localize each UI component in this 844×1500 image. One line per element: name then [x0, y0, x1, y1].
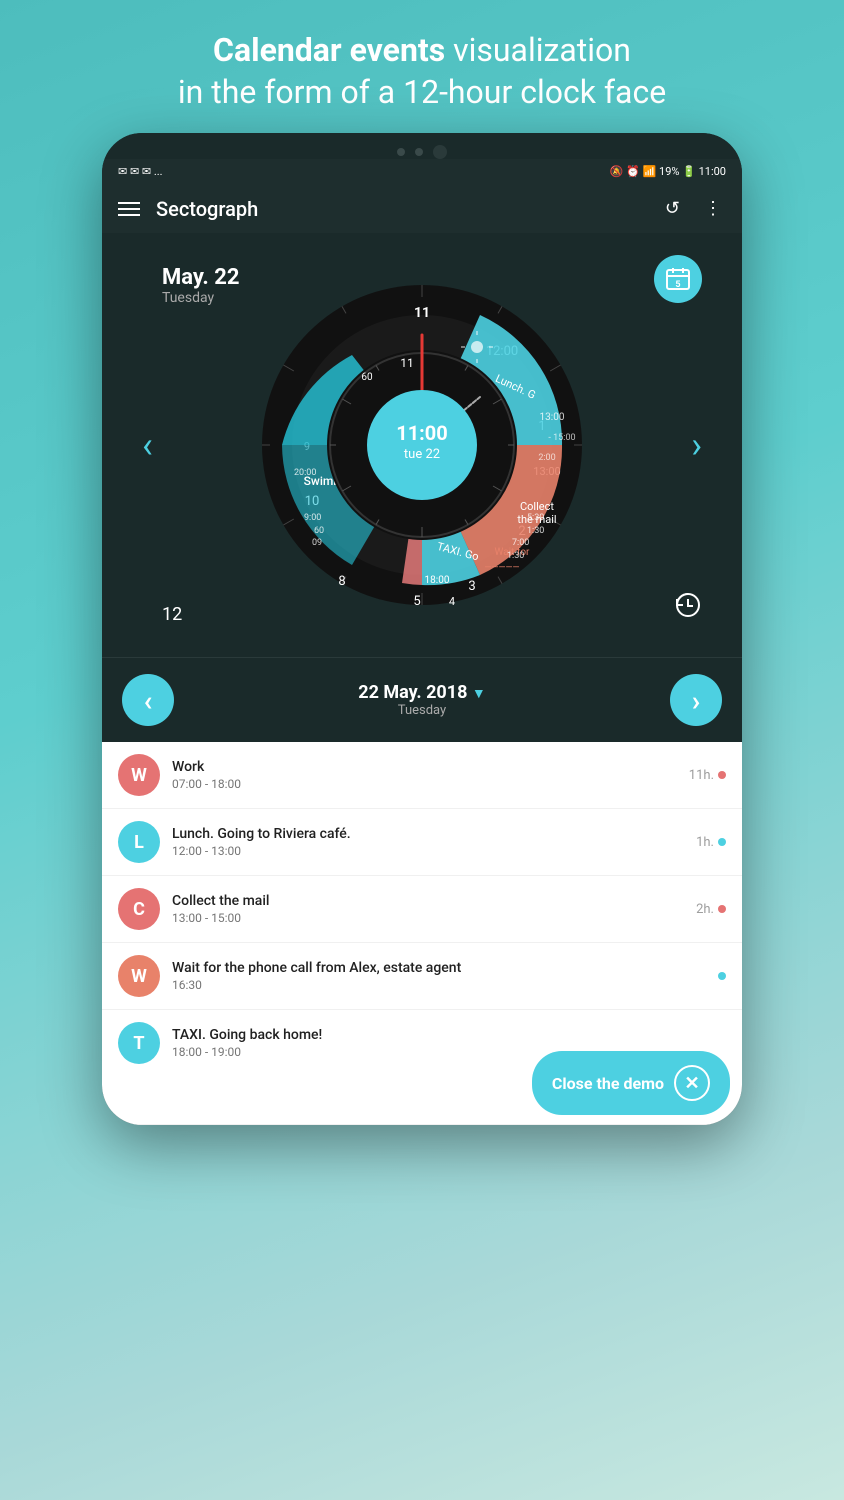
- next-day-button[interactable]: ›: [670, 674, 722, 726]
- event-title: Lunch. Going to Riviera café.: [172, 826, 684, 842]
- event-title: Wait for the phone call from Alex, estat…: [172, 960, 706, 976]
- event-avatar: W: [118, 955, 160, 997]
- event-time: 07:00 - 18:00: [172, 777, 677, 791]
- svg-text:18:00: 18:00: [425, 575, 450, 586]
- phone-dot-2: [415, 148, 423, 156]
- svg-text:3: 3: [468, 579, 475, 594]
- bottom-nav: ‹ 22 May. 2018 ▼ Tuesday ›: [102, 657, 742, 742]
- app-bar: Sectograph ↺ ⋮: [102, 184, 742, 233]
- close-demo-button[interactable]: Close the demo ✕: [532, 1051, 730, 1115]
- event-info: Lunch. Going to Riviera café. 12:00 - 13…: [172, 826, 684, 858]
- svg-text:tue 22: tue 22: [404, 447, 440, 462]
- refresh-button[interactable]: ↺: [661, 194, 684, 223]
- event-avatar: L: [118, 821, 160, 863]
- date-side-label: May. 22 Tuesday: [162, 265, 239, 306]
- svg-text:- 15:00: - 15:00: [548, 433, 575, 443]
- phone-top-bar: [102, 133, 742, 159]
- hamburger-menu-button[interactable]: [118, 202, 140, 216]
- event-avatar: W: [118, 754, 160, 796]
- date-weekday: Tuesday: [162, 290, 239, 306]
- svg-text:20:00: 20:00: [294, 468, 316, 478]
- status-bar: ✉ ✉ ✉ ... 🔕 ⏰ 📶 19% 🔋 11:00: [102, 159, 742, 184]
- svg-text:2:00: 2:00: [538, 453, 555, 463]
- svg-text:—————: —————: [484, 563, 519, 573]
- event-item[interactable]: C Collect the mail 13:00 - 15:00 2h.: [102, 876, 742, 943]
- svg-text:11: 11: [414, 305, 430, 321]
- history-button[interactable]: [674, 591, 702, 625]
- app-title: Sectograph: [156, 197, 645, 221]
- current-weekday: Tuesday: [358, 703, 486, 718]
- event-color-dot: [718, 905, 726, 913]
- phone-dot-1: [397, 148, 405, 156]
- svg-text:5: 5: [413, 594, 420, 609]
- current-date: 22 May. 2018 ▼: [358, 682, 486, 703]
- svg-text:1:30: 1:30: [507, 551, 524, 561]
- page-header: Calendar events visualization in the for…: [138, 0, 706, 133]
- event-duration: 2h.: [696, 902, 726, 917]
- clock-face: 11 12:00 1 13:00 2 3 4 5 8 10 9: [252, 275, 592, 615]
- svg-text:1:30: 1:30: [527, 526, 544, 536]
- prev-day-button[interactable]: ‹: [122, 674, 174, 726]
- svg-text:7:00: 7:00: [512, 538, 529, 548]
- status-left: ✉ ✉ ✉ ...: [118, 165, 163, 178]
- prev-day-arrow[interactable]: ‹: [142, 424, 153, 466]
- header-rest: visualization: [445, 31, 631, 69]
- event-title: Work: [172, 759, 677, 775]
- more-options-button[interactable]: ⋮: [700, 194, 726, 223]
- date-dropdown-icon[interactable]: ▼: [472, 686, 486, 702]
- event-info: Wait for the phone call from Alex, estat…: [172, 960, 706, 992]
- event-item[interactable]: W Wait for the phone call from Alex, est…: [102, 943, 742, 1010]
- calendar-button[interactable]: 5: [654, 255, 702, 303]
- header-line2: in the form of a 12-hour clock face: [178, 73, 666, 111]
- svg-text:11:00: 11:00: [396, 421, 448, 445]
- phone-camera: [433, 145, 447, 159]
- phone-frame: ✉ ✉ ✉ ... 🔕 ⏰ 📶 19% 🔋 11:00 Sectograph ↺…: [102, 133, 742, 1125]
- date-center: 22 May. 2018 ▼ Tuesday: [358, 682, 486, 718]
- clock-container: May. 22 Tuesday 12 ‹: [132, 245, 712, 645]
- event-time: 12:00 - 13:00: [172, 844, 684, 858]
- calendar-area: May. 22 Tuesday 12 ‹: [102, 233, 742, 657]
- status-icons: 🔕 ⏰ 📶 19% 🔋 11:00: [610, 165, 726, 178]
- next-day-arrow[interactable]: ›: [691, 424, 702, 466]
- svg-text:11: 11: [400, 356, 414, 370]
- event-title: Collect the mail: [172, 893, 684, 909]
- phone-screen: ✉ ✉ ✉ ... 🔕 ⏰ 📶 19% 🔋 11:00 Sectograph ↺…: [102, 159, 742, 1125]
- svg-text:4: 4: [449, 595, 455, 608]
- event-time: 13:00 - 15:00: [172, 911, 684, 925]
- close-demo-area: Close the demo ✕: [102, 1041, 742, 1125]
- event-item[interactable]: W Work 07:00 - 18:00 11h.: [102, 742, 742, 809]
- svg-text:09: 09: [312, 538, 322, 548]
- status-right: 🔕 ⏰ 📶 19% 🔋 11:00: [610, 165, 726, 178]
- clock-number-12: 12: [162, 604, 182, 625]
- svg-text:60: 60: [314, 526, 324, 536]
- close-x-icon[interactable]: ✕: [674, 1065, 710, 1101]
- event-color-dot: [718, 771, 726, 779]
- event-color-dot: [718, 972, 726, 980]
- svg-text:9:00: 9:00: [304, 513, 321, 523]
- event-avatar: C: [118, 888, 160, 930]
- event-info: Work 07:00 - 18:00: [172, 759, 677, 791]
- event-duration: [718, 972, 726, 980]
- prev-icon: ‹: [144, 684, 153, 717]
- svg-text:5: 5: [675, 280, 680, 290]
- svg-text:5:30: 5:30: [527, 513, 544, 523]
- svg-text:8: 8: [338, 574, 345, 589]
- status-notifications: ✉ ✉ ✉ ...: [118, 165, 163, 178]
- svg-text:13:00: 13:00: [540, 412, 565, 423]
- close-demo-label: Close the demo: [552, 1074, 664, 1093]
- svg-text:Collect: Collect: [520, 500, 554, 513]
- event-color-dot: [718, 838, 726, 846]
- svg-text:60: 60: [361, 372, 373, 383]
- event-item[interactable]: L Lunch. Going to Riviera café. 12:00 - …: [102, 809, 742, 876]
- event-time: 16:30: [172, 978, 706, 992]
- date-main: May. 22: [162, 265, 239, 290]
- event-duration: 1h.: [696, 835, 726, 850]
- header-bold: Calendar events: [213, 31, 445, 69]
- event-duration: 11h.: [689, 768, 726, 783]
- event-info: Collect the mail 13:00 - 15:00: [172, 893, 684, 925]
- next-icon: ›: [692, 684, 700, 717]
